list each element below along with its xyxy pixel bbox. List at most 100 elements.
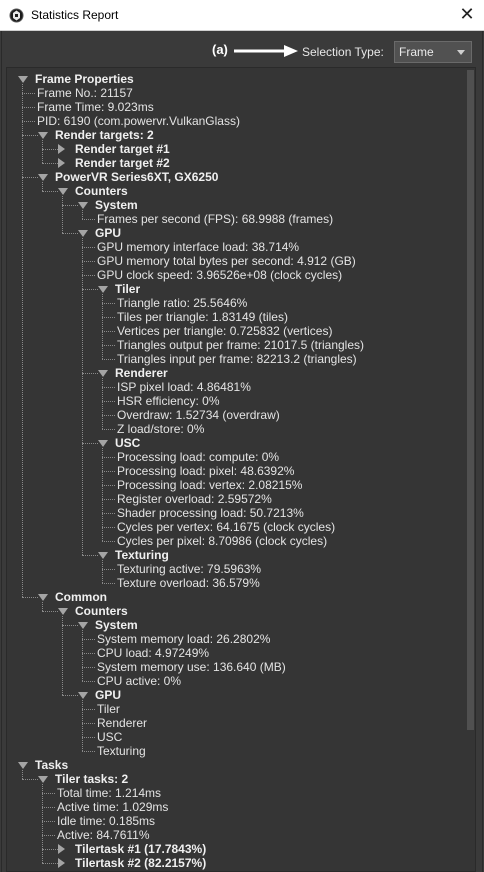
tree-item-row[interactable]: Frame Time: 9.023ms: [7, 100, 463, 114]
collapse-arrow-icon[interactable]: [78, 230, 88, 237]
collapse-arrow-icon[interactable]: [38, 174, 48, 181]
tree-label: Cycles per vertex: 64.1675 (clock cycles…: [117, 520, 336, 534]
statistics-tree-panel[interactable]: Frame Properties Frame No.: 21157 Frame Ti…: [6, 67, 476, 872]
collapse-arrow-icon[interactable]: [98, 286, 108, 293]
tree-guide-line: [62, 196, 63, 233]
tree-item-row[interactable]: Tiler: [7, 702, 463, 716]
tree-group-row[interactable]: Tiler tasks: 2: [7, 772, 463, 786]
collapse-arrow-icon[interactable]: [18, 76, 28, 83]
tree-label: Texture overload: 36.579%: [117, 576, 260, 590]
tree-label: Frame No.: 21157: [37, 86, 133, 100]
collapse-arrow-icon[interactable]: [38, 132, 48, 139]
tree-item-row[interactable]: Cycles per vertex: 64.1675 (clock cycles…: [7, 520, 463, 534]
tree-label: Tilertask #1 (17.7843%): [75, 842, 207, 856]
tree-item-row[interactable]: Tiles per triangle: 1.83149 (tiles): [7, 310, 463, 324]
tree-item-row[interactable]: PID: 6190 (com.powervr.VulkanGlass): [7, 114, 463, 128]
tree-item-row[interactable]: Renderer: [7, 716, 463, 730]
tree-connector: [82, 247, 95, 248]
tree-group-row[interactable]: Texturing: [7, 548, 463, 562]
tree-label: Counters: [75, 604, 128, 618]
tree-connector: [102, 429, 115, 430]
tree-item-row[interactable]: Frame No.: 21157: [7, 86, 463, 100]
expand-arrow-icon[interactable]: [58, 844, 65, 854]
tree-item-row[interactable]: CPU active: 0%: [7, 674, 463, 688]
tree-guide-line: [22, 84, 23, 597]
tree-item-row[interactable]: System memory load: 26.2802%: [7, 632, 463, 646]
close-icon[interactable]: ✕: [452, 3, 482, 27]
tree-group-row[interactable]: USC: [7, 436, 463, 450]
tree-label: Tilertask #2 (82.2157%): [75, 856, 207, 870]
tree-item-row[interactable]: Processing load: vertex: 2.08215%: [7, 478, 463, 492]
tree-item-row[interactable]: Processing load: pixel: 48.6392%: [7, 464, 463, 478]
tree-item-row[interactable]: System memory use: 136.640 (MB): [7, 660, 463, 674]
tree-item-row[interactable]: ISP pixel load: 4.86481%: [7, 380, 463, 394]
scrollbar-thumb[interactable]: [467, 70, 474, 730]
tree-item-row[interactable]: Z load/store: 0%: [7, 422, 463, 436]
expand-arrow-icon[interactable]: [58, 158, 65, 168]
collapse-arrow-icon[interactable]: [58, 608, 68, 615]
tree-group-row[interactable]: Tilertask #1 (17.7843%): [7, 842, 463, 856]
tree-item-row[interactable]: Texture overload: 36.579%: [7, 576, 463, 590]
tree-item-row[interactable]: CPU load: 4.97249%: [7, 646, 463, 660]
tree-item-row[interactable]: Total time: 1.214ms: [7, 786, 463, 800]
expand-arrow-icon[interactable]: [58, 858, 65, 868]
tree-group-row[interactable]: Render target #2: [7, 156, 463, 170]
tree-item-row[interactable]: Vertices per triangle: 0.725832 (vertice…: [7, 324, 463, 338]
tree-group-row[interactable]: Renderer: [7, 366, 463, 380]
collapse-arrow-icon[interactable]: [58, 188, 68, 195]
collapse-arrow-icon[interactable]: [98, 370, 108, 377]
tree-connector: [42, 793, 55, 794]
tree-item-row[interactable]: Active time: 1.029ms: [7, 800, 463, 814]
tree-item-row[interactable]: USC: [7, 730, 463, 744]
tree-connector: [82, 219, 95, 220]
selection-type-value: Frame: [399, 45, 434, 59]
tree-item-row[interactable]: Frames per second (FPS): 68.9988 (frames…: [7, 212, 463, 226]
tree-connector: [82, 653, 95, 654]
tree-label: Z load/store: 0%: [117, 422, 205, 436]
tree-item-row[interactable]: GPU clock speed: 3.96526e+08 (clock cycl…: [7, 268, 463, 282]
tree-item-row[interactable]: Cycles per pixel: 8.70986 (clock cycles): [7, 534, 463, 548]
tree-item-row[interactable]: Active: 84.7611%: [7, 828, 463, 842]
collapse-arrow-icon[interactable]: [18, 762, 28, 769]
collapse-arrow-icon[interactable]: [78, 622, 88, 629]
tree-group-row[interactable]: Render target #1: [7, 142, 463, 156]
tree-item-row[interactable]: Texturing: [7, 744, 463, 758]
collapse-arrow-icon[interactable]: [98, 552, 108, 559]
tree-item-row[interactable]: Triangles output per frame: 21017.5 (tri…: [7, 338, 463, 352]
tree-item-row[interactable]: Triangles input per frame: 82213.2 (tria…: [7, 352, 463, 366]
tree-item-row[interactable]: GPU memory total bytes per second: 4.912…: [7, 254, 463, 268]
selection-type-dropdown[interactable]: Frame: [394, 41, 472, 63]
tree-label: Total time: 1.214ms: [57, 786, 162, 800]
collapse-arrow-icon[interactable]: [78, 202, 88, 209]
tree-connector: [42, 611, 58, 612]
tree-connector: [42, 821, 55, 822]
tree-item-row[interactable]: Idle time: 0.185ms: [7, 814, 463, 828]
tree-group-row[interactable]: Tiler: [7, 282, 463, 296]
tree-item-row[interactable]: Triangle ratio: 25.5646%: [7, 296, 463, 310]
tree-item-row[interactable]: Shader processing load: 50.7213%: [7, 506, 463, 520]
tree-group-row[interactable]: Frame Properties: [7, 72, 463, 86]
tree-item-row[interactable]: GPU memory interface load: 38.714%: [7, 240, 463, 254]
expand-arrow-icon[interactable]: [58, 144, 65, 154]
tree-group-row[interactable]: Tasks: [7, 758, 463, 772]
tree-item-row[interactable]: Register overload: 2.59572%: [7, 492, 463, 506]
tree-group-row[interactable]: PowerVR Series6XT, GX6250: [7, 170, 463, 184]
tree-group-row[interactable]: Counters: [7, 604, 463, 618]
vertical-scrollbar[interactable]: [465, 68, 475, 871]
collapse-arrow-icon[interactable]: [78, 692, 88, 699]
tree-item-row[interactable]: Texturing active: 79.5963%: [7, 562, 463, 576]
tree-item-row[interactable]: HSR efficiency: 0%: [7, 394, 463, 408]
tree-group-row[interactable]: Counters: [7, 184, 463, 198]
tree-connector: [102, 303, 115, 304]
tree-label: Processing load: vertex: 2.08215%: [117, 478, 303, 492]
collapse-arrow-icon[interactable]: [38, 776, 48, 783]
tree-item-row[interactable]: Overdraw: 1.52734 (overdraw): [7, 408, 463, 422]
collapse-arrow-icon[interactable]: [98, 440, 108, 447]
tree-item-row[interactable]: Processing load: compute: 0%: [7, 450, 463, 464]
collapse-arrow-icon[interactable]: [38, 594, 48, 601]
tree-label: Texturing: [97, 744, 146, 758]
tree-group-row[interactable]: Tilertask #2 (82.2157%): [7, 856, 463, 870]
tree-group-row[interactable]: Common: [7, 590, 463, 604]
tree-label: Render target #1: [75, 142, 170, 156]
tree-group-row[interactable]: Render targets: 2: [7, 128, 463, 142]
